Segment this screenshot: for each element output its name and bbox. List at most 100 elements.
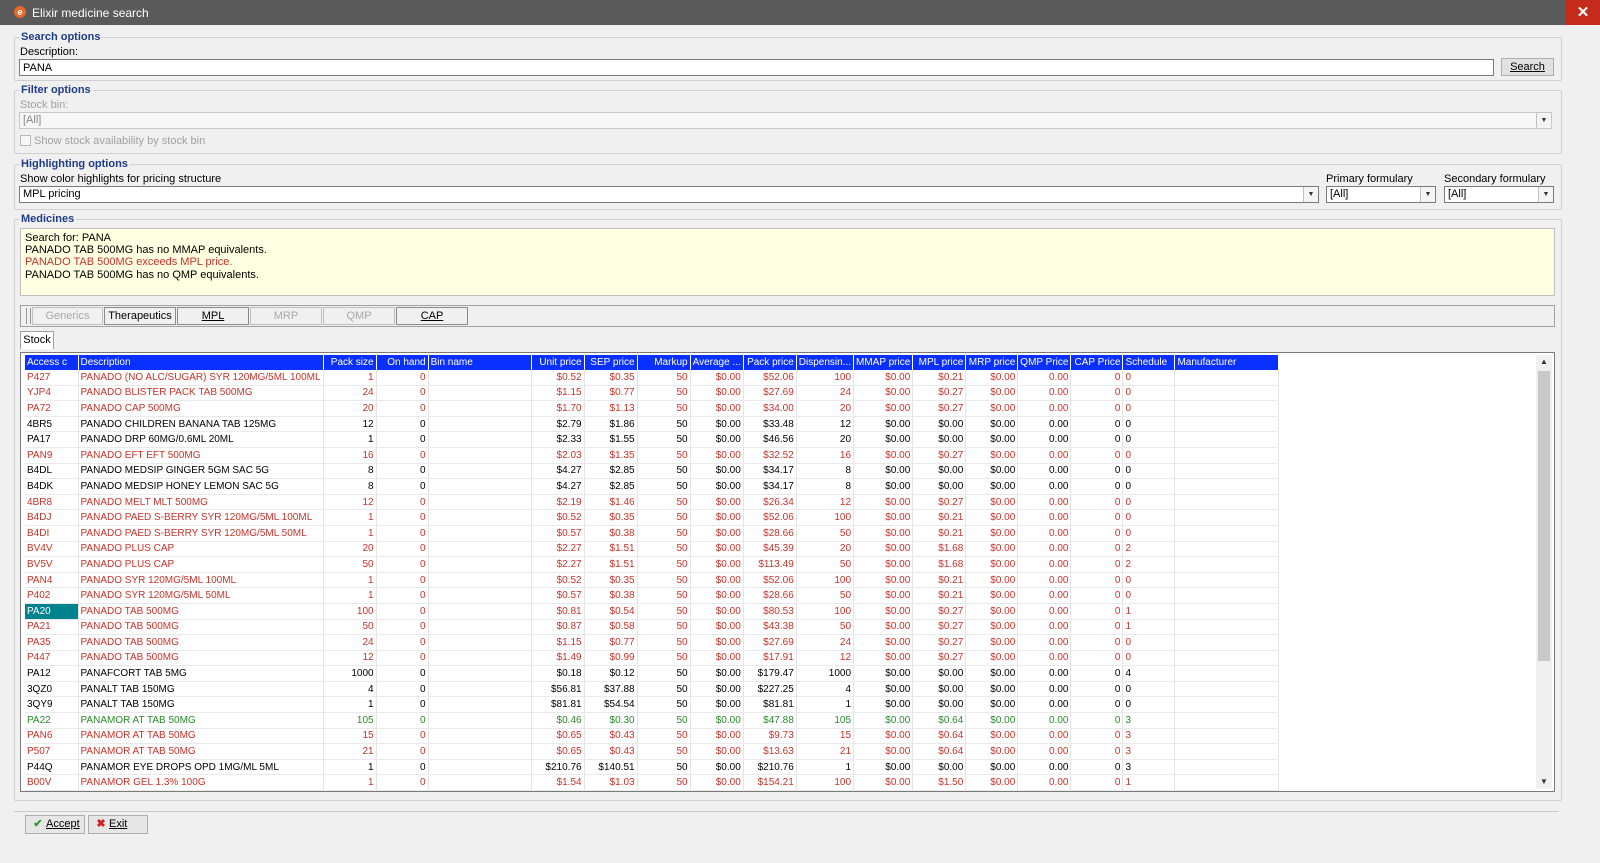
table-row[interactable]: P44Q PANAMOR EYE DROPS OPD 1MG/ML 5ML 1 0 $2… [25,759,1280,776]
table-cell: $0.00 [690,665,744,682]
table-cell: 0 [1122,494,1176,511]
table-row[interactable]: P402 PANADO SYR 120MG/5ML 50ML 1 0 $0.57 $0.3… [25,587,1280,604]
table-row[interactable]: BV5V PANADO PLUS CAP 50 0 $2.27 $1.51 50 $0.00 $… [25,556,1280,573]
column-header[interactable]: Pack size [323,355,377,370]
column-header[interactable]: SEP price [584,355,638,370]
table-cell: PANADO PLUS CAP [78,556,324,573]
column-header[interactable]: MPL price [912,355,967,370]
table-cell: 20 [323,400,377,417]
table-cell [1174,447,1280,464]
table-row[interactable]: PA35 PANADO TAB 500MG 24 0 $1.15 $0.77 50 $0.00… [25,634,1280,651]
table-cell: 16 [796,447,855,464]
table-row[interactable]: P427 PANADO (NO ALC/SUGAR) SYR 120MG/5ML … [25,370,1280,386]
table-cell [428,759,532,776]
table-row[interactable]: P507 PANAMOR AT TAB 50MG 21 0 $0.65 $0.43 50 $0… [25,743,1280,760]
table-cell [428,494,532,511]
table-cell: $0.00 [912,681,967,698]
table-cell: $0.77 [584,634,638,651]
stock-bin-select[interactable]: [All] ▼ [19,112,1552,129]
tab-therapeutics[interactable]: Therapeutics [104,307,176,325]
table-cell: $0.00 [690,400,744,417]
description-input[interactable]: PANA [19,59,1494,76]
table-cell: $0.57 [531,525,585,542]
pricing-structure-select[interactable]: MPL pricing ▼ [19,186,1319,203]
table-cell [428,650,532,667]
table-cell: $28.66 [743,525,797,542]
column-header[interactable]: MMAP price [853,355,914,370]
table-cell: 15 [796,728,855,745]
table-row[interactable]: PAN9 PANADO EFT EFT 500MG 16 0 $2.03 $1.35 50 $… [25,447,1280,464]
column-header[interactable]: Schedule [1122,355,1176,370]
table-row[interactable]: PAN4 PANADO SYR 120MG/5ML 100ML 1 0 $0.52 $0.… [25,572,1280,589]
table-cell: 0 [1070,478,1124,495]
exit-button[interactable]: ✖ Exit [88,815,148,834]
table-row[interactable]: PA17 PANADO DRP 60MG/0.6ML 20ML 1 0 $2.33 $1.… [25,431,1280,448]
column-header[interactable]: CAP Price [1070,355,1124,370]
table-row[interactable]: PA21 PANADO TAB 500MG 50 0 $0.87 $0.58 50 $0.00… [25,619,1280,636]
column-header[interactable]: Access c [25,355,79,370]
table-cell: 0 [1122,572,1176,589]
table-cell: $0.64 [912,728,967,745]
table-row[interactable]: PA22 PANAMOR AT TAB 50MG 105 0 $0.46 $0.30 50 $… [25,712,1280,729]
highlighting-options-legend: Highlighting options [19,158,130,170]
table-row[interactable]: BV4V PANADO PLUS CAP 20 0 $2.27 $1.51 50 $0.00 $… [25,541,1280,558]
table-cell: PANADO PLUS CAP [78,541,324,558]
column-header[interactable]: Pack price [743,355,797,370]
scroll-down-icon[interactable]: ▼ [1536,775,1552,789]
table-cell: $0.00 [965,431,1019,448]
column-header[interactable]: Manufacturer [1174,355,1280,370]
tab-generics[interactable]: Generics [32,307,103,325]
column-header[interactable]: Unit price [531,355,585,370]
table-row[interactable]: 4BR5 PANADO CHILDREN BANANA TAB 125MG 12 0 $… [25,416,1280,433]
table-row[interactable]: B4DL PANADO MEDSIP GINGER 5GM SAC 5G 8 0 $4.… [25,463,1280,480]
table-row[interactable]: B4DK PANADO MEDSIP HONEY LEMON SAC 5G 8 0 $4… [25,478,1280,495]
table-cell: 0 [1122,447,1176,464]
vertical-scrollbar[interactable]: ▲ ▼ [1536,355,1552,789]
tab-mpl[interactable]: MPL [177,307,249,325]
table-cell: 16 [323,447,377,464]
table-row[interactable]: BB9VPANAMOR GEL 1.3% 30G10$1.54$1.0350$0… [25,790,1280,791]
tab-qmp[interactable]: QMP [323,307,395,325]
table-cell: $0.87 [531,619,585,636]
scroll-thumb[interactable] [1538,371,1550,661]
search-button[interactable]: Search [1501,58,1554,76]
table-cell [428,447,532,464]
table-row[interactable]: B4DI PANADO PAED S-BERRY SYR 120MG/5ML 50… [25,525,1280,542]
table-row[interactable]: PA72 PANADO CAP 500MG 20 0 $1.70 $1.13 50 $0.00… [25,400,1280,417]
table-row[interactable]: 4BR8 PANADO MELT MLT 500MG 12 0 $2.19 $1.46 50… [25,494,1280,511]
column-header[interactable]: QMP Price [1017,355,1072,370]
table-cell: $0.58 [584,619,638,636]
scroll-up-icon[interactable]: ▲ [1536,355,1552,369]
table-row[interactable]: YJP4 PANADO BLISTER PACK TAB 500MG 24 0 $1.1… [25,385,1280,402]
table-row[interactable]: B4DJ PANADO PAED S-BERRY SYR 120MG/5ML 10… [25,509,1280,526]
primary-formulary-select[interactable]: [All] ▼ [1326,186,1436,203]
column-header[interactable]: Average ... [690,355,744,370]
column-header[interactable]: Dispensin... [796,355,855,370]
table-row[interactable]: B00V PANAMOR GEL 1.3% 100G 1 0 $1.54 $1.03 50 $… [25,774,1280,791]
close-button[interactable]: ✕ [1566,0,1600,25]
column-header[interactable]: Description [78,355,324,370]
table-cell: $0.00 [690,370,744,386]
stock-availability-checkbox[interactable] [20,135,31,146]
column-header[interactable]: Bin name [428,355,532,370]
table-row[interactable]: 3QY9 PANALT TAB 150MG 1 0 $81.81 $54.54 50 $0.0… [25,696,1280,714]
table-cell: 50 [637,556,691,573]
table-row[interactable]: PA20 PANADO TAB 500MG 100 0 $0.81 $0.54 50 $0.0… [25,603,1280,620]
column-header[interactable]: Markup [637,355,691,370]
secondary-formulary-select[interactable]: [All] ▼ [1444,186,1554,203]
tab-stock[interactable]: Stock [20,331,54,349]
table-row[interactable]: PA12 PANAFCORT TAB 5MG 1000 0 $0.18 $0.12 50 $0… [25,665,1280,682]
column-header[interactable]: MRP price [965,355,1019,370]
tab-cap[interactable]: CAP [396,307,468,325]
table-cell [428,743,532,760]
table-cell: $0.00 [853,790,914,791]
table-cell: $0.00 [912,463,967,480]
column-header[interactable]: On hand [376,355,429,370]
table-row[interactable]: P447 PANADO TAB 500MG 12 0 $1.49 $0.99 50 $0.00… [25,650,1280,667]
tab-mrp[interactable]: MRP [250,307,322,325]
table-row[interactable]: PAN6 PANAMOR AT TAB 50MG 15 0 $0.65 $0.43 50 $0… [25,728,1280,745]
table-row[interactable]: 3QZ0 PANALT TAB 150MG 4 0 $56.81 $37.88 50 $0.0… [25,681,1280,698]
table-cell: $179.47 [743,665,797,682]
accept-button[interactable]: ✔ Accept [25,815,85,834]
medicines-grid[interactable]: Access c Description Pack size On hand Bin n… [20,352,1555,792]
